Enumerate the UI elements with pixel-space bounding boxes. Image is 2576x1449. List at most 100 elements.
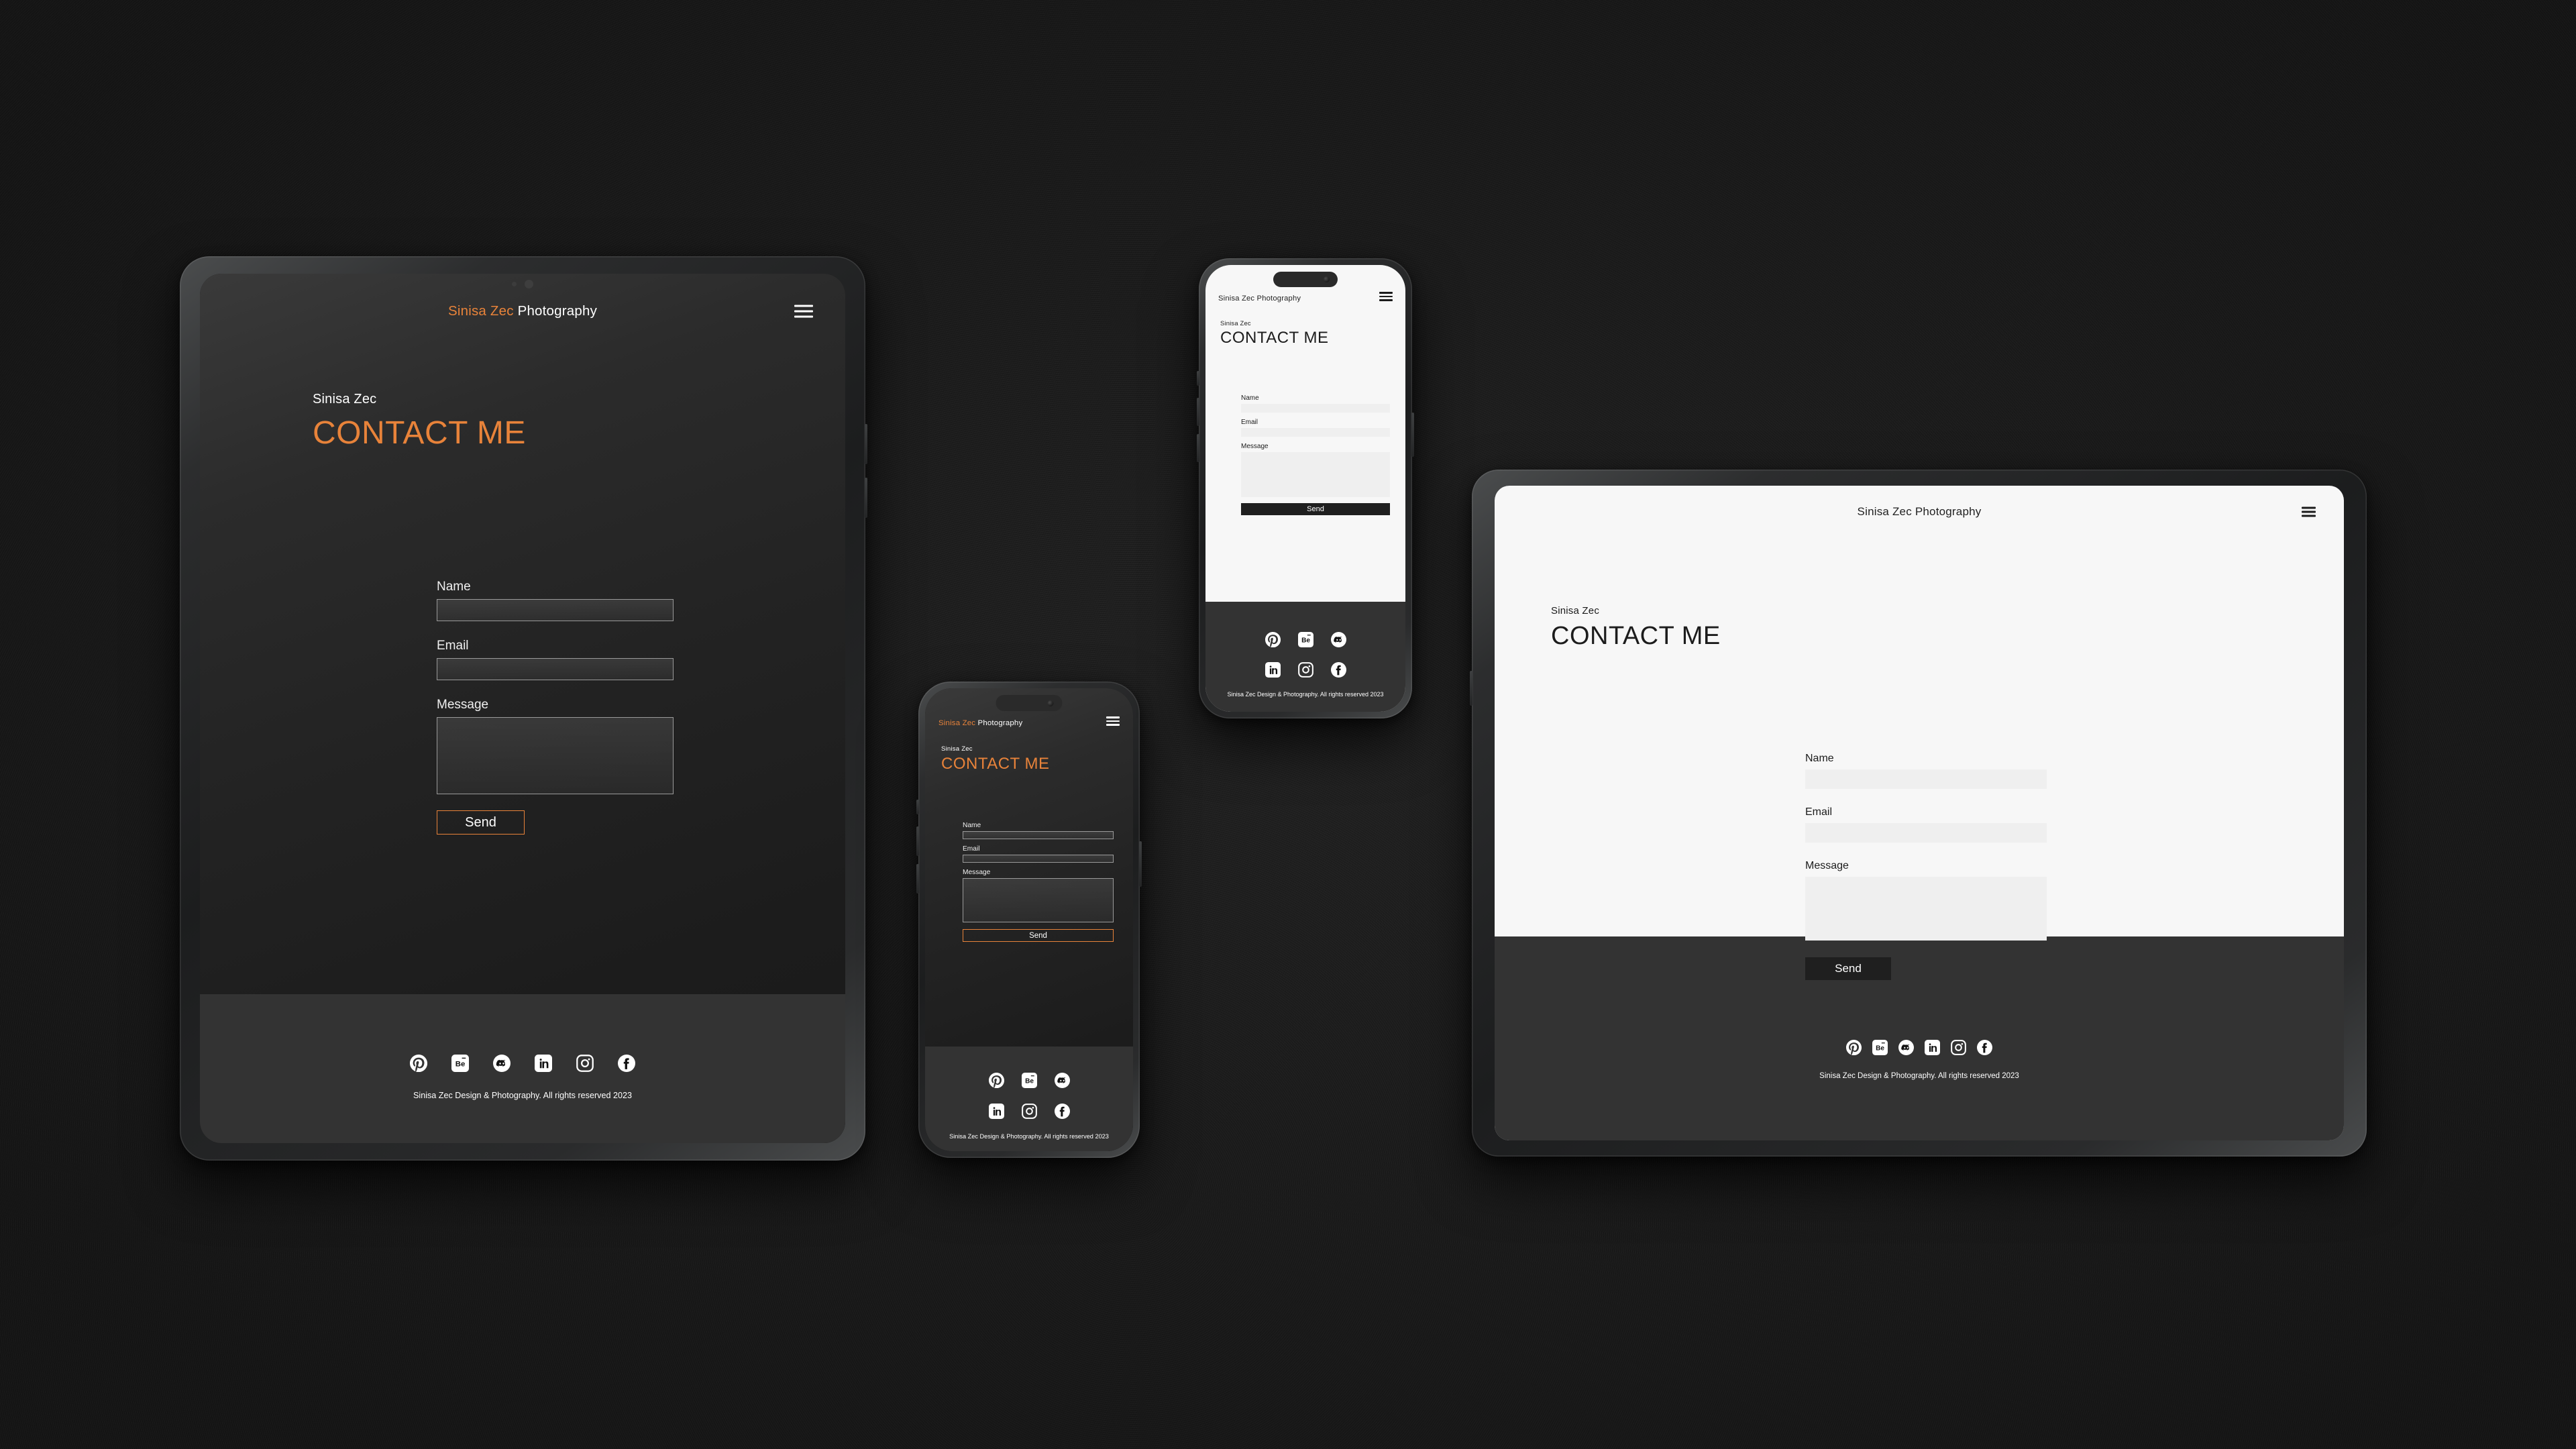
pinterest-icon[interactable] xyxy=(1846,1040,1862,1055)
page-main: Sinisa Zec CONTACT ME Name Email Message xyxy=(925,733,1133,1046)
discord-icon[interactable] xyxy=(1330,632,1346,647)
hero-eyebrow: Sinisa Zec xyxy=(1220,319,1251,327)
instagram-icon[interactable] xyxy=(1021,1104,1037,1119)
name-input[interactable] xyxy=(1805,769,2047,789)
email-input[interactable] xyxy=(1805,823,2047,843)
pinterest-icon[interactable] xyxy=(988,1073,1004,1088)
facebook-icon[interactable] xyxy=(1054,1104,1070,1119)
volume-down-button[interactable] xyxy=(1197,434,1199,462)
device-screen-bezel: Sinisa Zec Photography Sinisa Zec CONTAC… xyxy=(1495,486,2344,1140)
instagram-icon[interactable] xyxy=(576,1055,594,1072)
front-camera-icon xyxy=(1047,700,1054,706)
hero-block: Sinisa Zec CONTACT ME xyxy=(1495,538,2344,651)
send-button[interactable]: Send xyxy=(1241,503,1390,515)
power-button[interactable] xyxy=(1411,413,1414,457)
device-small-dark-phone: Sinisa Zec Photography Sinisa Zec CONTAC… xyxy=(916,682,1142,1158)
web-page: Sinisa Zec Photography Sinisa Zec CONTAC… xyxy=(925,688,1133,1151)
hamburger-menu-icon[interactable] xyxy=(1379,292,1393,301)
dynamic-island xyxy=(1273,272,1338,287)
brand-logo[interactable]: Sinisa Zec Photography xyxy=(1218,294,1301,303)
contact-form: Name Email Message Send xyxy=(1241,394,1390,515)
email-input[interactable] xyxy=(437,658,674,680)
device-screen-bezel: Sinisa Zec Photography Sinisa Zec CONTAC… xyxy=(200,274,845,1143)
mute-switch[interactable] xyxy=(1197,371,1199,386)
brand-logo[interactable]: Sinisa Zec Photography xyxy=(448,303,597,319)
instagram-icon[interactable] xyxy=(1297,662,1313,678)
behance-icon[interactable]: Be xyxy=(1297,632,1313,647)
screen-content: Sinisa Zec Photography Sinisa Zec CONTAC… xyxy=(1205,265,1405,712)
contact-form: Name Email Message Send xyxy=(437,580,674,835)
copyright-text: Sinisa Zec Design & Photography. All rig… xyxy=(1819,1072,2019,1080)
front-camera-icon xyxy=(1324,276,1330,282)
email-input[interactable] xyxy=(963,855,1114,863)
instagram-icon[interactable] xyxy=(1951,1040,1966,1055)
facebook-icon[interactable] xyxy=(618,1055,635,1072)
brand-rest-text: Photography xyxy=(513,303,598,319)
device-screen-bezel: Sinisa Zec Photography Sinisa Zec CONTAC… xyxy=(1205,265,1405,712)
volume-up-button[interactable] xyxy=(916,826,919,856)
discord-icon[interactable] xyxy=(1054,1073,1070,1088)
behance-icon[interactable]: Be xyxy=(1872,1040,1888,1055)
dynamic-island xyxy=(996,695,1063,711)
volume-button[interactable] xyxy=(865,424,867,464)
device-screen-bezel: Sinisa Zec Photography Sinisa Zec CONTAC… xyxy=(925,688,1133,1151)
web-page: Sinisa Zec Photography Sinisa Zec CONTAC… xyxy=(1495,486,2344,1140)
message-field-label: Message xyxy=(437,698,489,712)
contact-form: Name Email Message Send xyxy=(1805,753,2047,980)
brand-logo[interactable]: Sinisa Zec Photography xyxy=(938,719,1022,727)
send-button[interactable]: Send xyxy=(1805,957,1891,980)
name-input[interactable] xyxy=(1241,404,1390,413)
volume-down-button[interactable] xyxy=(865,478,867,518)
volume-up-button[interactable] xyxy=(1197,398,1199,426)
tablet-camera-cluster xyxy=(512,280,533,288)
svg-text:Be: Be xyxy=(1876,1045,1884,1053)
name-input[interactable] xyxy=(437,599,674,621)
screen-content: Sinisa Zec Photography Sinisa Zec CONTAC… xyxy=(925,688,1133,1151)
email-field-label: Email xyxy=(437,639,469,653)
email-input[interactable] xyxy=(1241,428,1390,437)
volume-button[interactable] xyxy=(1470,671,1472,706)
volume-down-button[interactable] xyxy=(916,864,919,894)
discord-icon[interactable] xyxy=(1898,1040,1914,1055)
device-large-dark-tablet: Sinisa Zec Photography Sinisa Zec CONTAC… xyxy=(180,256,867,1161)
hamburger-menu-icon[interactable] xyxy=(1106,716,1120,726)
behance-icon[interactable]: Be xyxy=(1021,1073,1037,1088)
message-textarea[interactable] xyxy=(1241,452,1390,497)
hamburger-menu-icon[interactable] xyxy=(794,305,813,318)
brand-logo[interactable]: Sinisa Zec Photography xyxy=(1858,505,1982,519)
device-light-phone: Sinisa Zec Photography Sinisa Zec CONTAC… xyxy=(1197,258,1414,718)
mute-switch[interactable] xyxy=(916,800,919,814)
facebook-icon[interactable] xyxy=(1977,1040,1992,1055)
page-main: Sinisa Zec CONTACT ME Name Email Message xyxy=(1205,307,1405,602)
power-button[interactable] xyxy=(1139,841,1142,887)
name-field-label: Name xyxy=(1241,394,1259,402)
contact-form: Name Email Message Send xyxy=(963,822,1114,942)
page-title: CONTACT ME xyxy=(313,415,526,451)
linkedin-icon[interactable] xyxy=(1265,662,1281,678)
message-field-label: Message xyxy=(1805,860,1849,871)
send-button[interactable]: Send xyxy=(963,929,1114,942)
message-textarea[interactable] xyxy=(963,878,1114,922)
pinterest-icon[interactable] xyxy=(1265,632,1281,647)
name-input[interactable] xyxy=(963,831,1114,839)
linkedin-icon[interactable] xyxy=(1925,1040,1940,1055)
svg-text:Be: Be xyxy=(1025,1078,1034,1085)
pinterest-icon[interactable] xyxy=(410,1055,427,1072)
hamburger-menu-icon[interactable] xyxy=(2302,506,2316,517)
brand-rest-text: Photography xyxy=(1911,505,1982,518)
behance-icon[interactable]: Be xyxy=(451,1055,469,1072)
page-title: CONTACT ME xyxy=(1220,329,1329,347)
facebook-icon[interactable] xyxy=(1330,662,1346,678)
discord-icon[interactable] xyxy=(493,1055,511,1072)
page-main: Sinisa Zec CONTACT ME Name Email Message xyxy=(1495,538,2344,980)
linkedin-icon[interactable] xyxy=(988,1104,1004,1119)
page-main: Sinisa Zec CONTACT ME Name Email Message xyxy=(200,349,845,994)
linkedin-icon[interactable] xyxy=(535,1055,552,1072)
message-textarea[interactable] xyxy=(437,717,674,794)
email-field-label: Email xyxy=(1241,419,1258,426)
site-header: Sinisa Zec Photography xyxy=(1495,486,2344,538)
copyright-text: Sinisa Zec Design & Photography. All rig… xyxy=(413,1091,632,1100)
mockup-scene: Sinisa Zec Photography Sinisa Zec CONTAC… xyxy=(0,0,2576,1449)
message-textarea[interactable] xyxy=(1805,877,2047,941)
send-button[interactable]: Send xyxy=(437,810,525,835)
